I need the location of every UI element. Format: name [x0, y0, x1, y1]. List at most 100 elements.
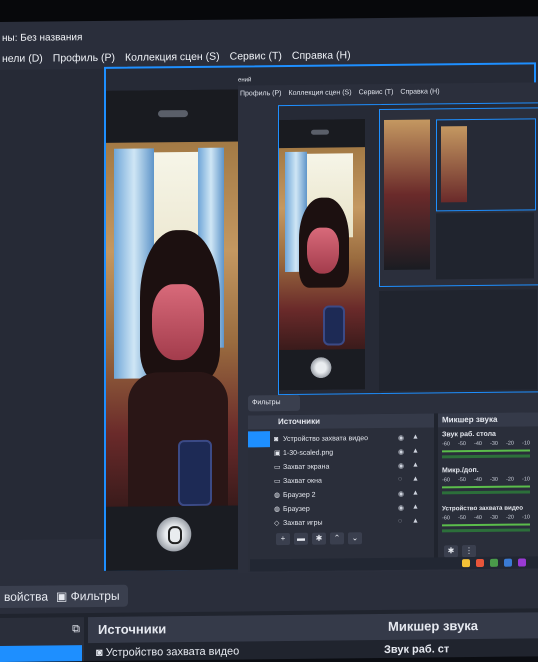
volume-meter: [442, 449, 530, 453]
filters-button[interactable]: ▣ Фильтры: [48, 584, 128, 608]
nested-home-button: [309, 355, 333, 380]
tick: -40: [474, 476, 482, 484]
mixer-dock: Микшер звука Звук раб. стола -60 -50 -40 -3…: [438, 412, 538, 570]
nested-preview-canvas[interactable]: [278, 102, 538, 396]
tick: -60: [442, 477, 450, 484]
sources-dock-title: Источники: [248, 413, 434, 430]
nested-docks: Источники ◙ Устройство захвата видео ▣ 1-3…: [248, 412, 538, 572]
menu-panels[interactable]: нели (D): [0, 49, 51, 70]
recursive-phone: [384, 119, 430, 270]
phone-speaker: [158, 110, 188, 118]
left-panel: [0, 68, 104, 540]
nested-menu-scenes[interactable]: Коллекция сцен (S): [287, 86, 357, 101]
app-icon[interactable]: [504, 558, 512, 567]
tick: -40: [474, 514, 482, 522]
folder-icon[interactable]: [462, 559, 470, 568]
add-source-button[interactable]: +: [276, 532, 290, 546]
tick: -10: [522, 476, 530, 483]
move-down-button[interactable]: ⌄: [348, 532, 362, 545]
mixer-channel-label: Микр./доп.: [442, 466, 479, 475]
mixer-channel-label: Звук раб. ст: [384, 643, 450, 656]
eye-icon[interactable]: ◉: [398, 462, 404, 470]
undock-icon[interactable]: ⧉: [72, 623, 80, 636]
scene-selected-row[interactable]: [0, 645, 82, 662]
source-label: Браузер 2: [283, 491, 316, 500]
source-label: Захват игры: [283, 519, 323, 528]
tick: -50: [458, 441, 466, 448]
nested-filters-label: Фильтры: [252, 399, 281, 407]
tick: -60: [442, 515, 450, 522]
mixer-dock-title: Микшер звука: [438, 412, 538, 428]
globe-icon: ◍: [274, 506, 281, 514]
volume-slider[interactable]: [442, 454, 530, 459]
source-label: Устройство захвата видео: [283, 435, 369, 444]
source-settings-button[interactable]: ✱: [312, 532, 326, 545]
video-capture-source[interactable]: [106, 89, 242, 571]
source-label: 1-30-scaled.png: [283, 449, 334, 458]
mixer-title: Микшер звука: [388, 617, 479, 634]
mixer-channel-label: Устройство захвата видео: [442, 504, 523, 513]
eye-icon[interactable]: ◉: [398, 434, 404, 442]
move-up-button[interactable]: ⌃: [330, 532, 344, 545]
sources-dock: Источники ◙ Устройство захвата видео ▣ 1-3…: [248, 413, 434, 572]
nested-phone-capture: [279, 119, 365, 391]
lock-icon[interactable]: ▲: [412, 448, 419, 455]
mixer-settings-button[interactable]: ✱: [444, 545, 458, 558]
image-icon: ▣: [274, 450, 281, 458]
nested-menu-help[interactable]: Справка (H): [398, 85, 444, 99]
source-label: Браузер: [283, 505, 310, 514]
lock-icon[interactable]: ▲: [412, 504, 419, 511]
eye-icon[interactable]: ◉: [398, 490, 404, 498]
filter-icon: ▣: [56, 589, 71, 604]
volume-slider[interactable]: [442, 528, 530, 533]
tick: -50: [458, 515, 466, 522]
source-label: Устройство захвата видео: [105, 645, 240, 659]
tick: -10: [522, 514, 530, 521]
nested-obs-window: ений Профиль (P) Коллекция сцен (S) Серв…: [238, 77, 538, 574]
eye-icon[interactable]: ◉: [398, 448, 404, 456]
lock-icon[interactable]: ▲: [412, 476, 419, 483]
nested-window-title: ений: [238, 77, 252, 84]
volume-slider[interactable]: [442, 490, 530, 495]
source-item[interactable]: ◙ Устройство захвата видео: [96, 645, 239, 659]
remove-source-button[interactable]: ▬: [294, 532, 308, 545]
tick: -20: [506, 514, 514, 521]
tick: -20: [506, 476, 514, 483]
home-square-icon: [168, 526, 182, 545]
app-icon[interactable]: [518, 558, 526, 567]
properties-label: войства: [4, 589, 49, 604]
mixer-menu-button[interactable]: ⋮: [462, 545, 476, 558]
app-icon[interactable]: [490, 558, 498, 567]
scene-selected-row[interactable]: [248, 431, 270, 448]
mixer-dock-header: Микшер звука: [378, 612, 538, 641]
eye-icon[interactable]: ◌: [398, 518, 402, 525]
phone-bottom-bezel: [106, 505, 242, 571]
mixer-scale: -60 -50 -40 -30 -20 -10: [442, 514, 530, 521]
nested-held-phone: [323, 305, 345, 346]
camera-icon: ◙: [96, 646, 106, 659]
app-icon[interactable]: [476, 558, 484, 568]
nested-menu-tools[interactable]: Сервис (T): [357, 86, 399, 100]
source-label: Захват экрана: [283, 463, 330, 472]
recursive-docks: [436, 212, 534, 280]
nested-face: [307, 227, 339, 274]
monitor-icon: ▭: [274, 464, 281, 472]
recursive-preview-2: [436, 118, 536, 212]
camera-icon: ◙: [274, 436, 279, 444]
tick: -10: [522, 440, 530, 447]
lock-icon[interactable]: ▲: [412, 434, 419, 441]
tick: -50: [458, 477, 466, 484]
bottom-toolbar: войства ▣ Фильтры: [0, 574, 538, 614]
volume-meter: [442, 523, 530, 527]
lock-icon[interactable]: ▲: [412, 518, 419, 525]
lock-icon[interactable]: ▲: [412, 462, 419, 469]
eye-icon[interactable]: ◉: [398, 504, 404, 512]
recursive-preview: [379, 107, 538, 288]
person-face: [152, 283, 204, 361]
nested-menu-profile[interactable]: Профиль (P): [238, 87, 287, 102]
lock-icon[interactable]: ▲: [412, 490, 419, 497]
nested-filters-button[interactable]: Фильтры: [248, 394, 300, 412]
eye-icon[interactable]: ◌: [398, 476, 402, 483]
held-phone: [178, 439, 212, 507]
mixer-scale: -60 -50 -40 -30 -20 -10: [442, 440, 530, 447]
